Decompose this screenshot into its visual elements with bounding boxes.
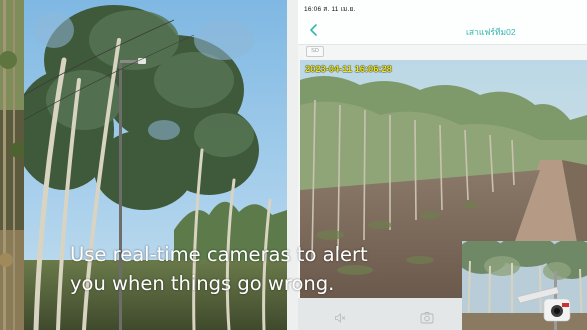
back-button[interactable] xyxy=(306,22,322,38)
chevron-left-icon xyxy=(310,24,317,36)
speaker-muted-icon xyxy=(335,313,346,323)
snapshot-button[interactable] xyxy=(420,311,434,324)
caption-line-2: you when things go wrong. xyxy=(70,272,335,295)
camera-icon xyxy=(420,312,434,324)
status-time: 16:06 ส. 11 เม.ย. xyxy=(304,6,356,13)
volume-button[interactable] xyxy=(334,312,346,324)
promo-caption: Use real-time cameras to alert you when … xyxy=(70,240,470,298)
caption-line-1: Use real-time cameras to alert xyxy=(70,243,368,266)
page-title: เสาแฟร์ทีม02 xyxy=(466,27,516,37)
edge-forest-photo xyxy=(0,0,24,330)
status-bar: 16:06 ส. 11 เม.ย. xyxy=(298,0,587,16)
camera-pole-thumbnail xyxy=(462,241,587,330)
camera-timestamp: 2023-04-11 16:06:28 xyxy=(305,64,392,75)
sd-badge: SD xyxy=(306,46,324,57)
sd-badge-label: SD xyxy=(311,48,319,54)
nav-bar: เสาแฟร์ทีม02 xyxy=(298,16,587,45)
